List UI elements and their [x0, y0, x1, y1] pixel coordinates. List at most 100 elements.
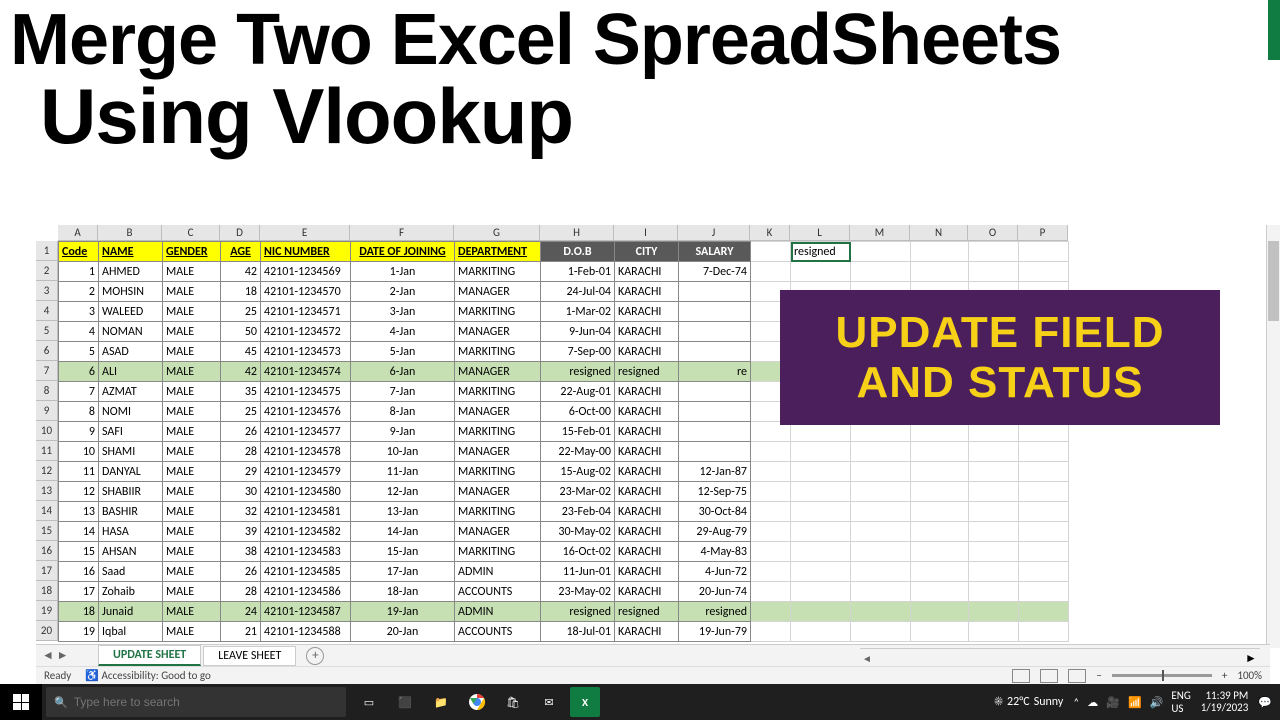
cell-H3[interactable]: 24-Jul-04	[541, 282, 615, 302]
cell-M1[interactable]	[851, 242, 911, 262]
cell-L20[interactable]	[791, 622, 851, 642]
tab-nav-arrows[interactable]: ◄ ►	[36, 648, 96, 663]
cell-B9[interactable]: NOMI	[99, 402, 163, 422]
cell-F18[interactable]: 18-Jan	[351, 582, 455, 602]
cell-H17[interactable]: 11-Jun-01	[541, 562, 615, 582]
table-row[interactable]: 15AHSANMALE3842101-123458315-JanMARKITIN…	[59, 542, 1069, 562]
table-row[interactable]: 18JunaidMALE2442101-123458719-JanADMINre…	[59, 602, 1069, 622]
cell-E9[interactable]: 42101-1234576	[261, 402, 351, 422]
table-row[interactable]: 16SaadMALE2642101-123458517-JanADMIN11-J…	[59, 562, 1069, 582]
cell-F13[interactable]: 12-Jan	[351, 482, 455, 502]
cell-A4[interactable]: 3	[59, 302, 99, 322]
table-row[interactable]: 11DANYALMALE2942101-123457911-JanMARKITI…	[59, 462, 1069, 482]
row-header-10[interactable]: 10	[36, 421, 58, 441]
cell-O16[interactable]	[969, 542, 1019, 562]
cell-O13[interactable]	[969, 482, 1019, 502]
cell-P15[interactable]	[1019, 522, 1069, 542]
cell-A19[interactable]: 18	[59, 602, 99, 622]
row-header-3[interactable]: 3	[36, 281, 58, 301]
cell-N15[interactable]	[911, 522, 969, 542]
cell-G13[interactable]: MANAGER	[455, 482, 541, 502]
cell-I3[interactable]: KARACHI	[615, 282, 679, 302]
cell-H6[interactable]: 7-Sep-00	[541, 342, 615, 362]
cell-B10[interactable]: SAFI	[99, 422, 163, 442]
cell-I19[interactable]: resigned	[615, 602, 679, 622]
zoom-out-button[interactable]: −	[1096, 669, 1101, 682]
cell-N13[interactable]	[911, 482, 969, 502]
cell-B19[interactable]: Junaid	[99, 602, 163, 622]
column-header-B[interactable]: B	[98, 225, 162, 241]
cell-B4[interactable]: WALEED	[99, 302, 163, 322]
cell-P12[interactable]	[1019, 462, 1069, 482]
cell-I17[interactable]: KARACHI	[615, 562, 679, 582]
cell-C4[interactable]: MALE	[163, 302, 221, 322]
cell-K13[interactable]	[751, 482, 791, 502]
cell-A10[interactable]: 9	[59, 422, 99, 442]
cell-A16[interactable]: 15	[59, 542, 99, 562]
column-header-M[interactable]: M	[850, 225, 910, 241]
cell-P16[interactable]	[1019, 542, 1069, 562]
cell-E7[interactable]: 42101-1234574	[261, 362, 351, 382]
cell-H7[interactable]: resigned	[541, 362, 615, 382]
cell-J16[interactable]: 4-May-83	[679, 542, 751, 562]
cell-A5[interactable]: 4	[59, 322, 99, 342]
cell-H12[interactable]: 15-Aug-02	[541, 462, 615, 482]
cell-K15[interactable]	[751, 522, 791, 542]
cell-C10[interactable]: MALE	[163, 422, 221, 442]
header-dob[interactable]: D.O.B	[541, 242, 615, 262]
cell-A13[interactable]: 12	[59, 482, 99, 502]
column-header-G[interactable]: G	[454, 225, 540, 241]
column-header-J[interactable]: J	[678, 225, 750, 241]
cell-G9[interactable]: MANAGER	[455, 402, 541, 422]
cell-A15[interactable]: 14	[59, 522, 99, 542]
cell-J11[interactable]	[679, 442, 751, 462]
cell-I12[interactable]: KARACHI	[615, 462, 679, 482]
volume-icon[interactable]: 🔊	[1150, 696, 1164, 709]
row-header-20[interactable]: 20	[36, 621, 58, 641]
cell-L19[interactable]	[791, 602, 851, 622]
cell-G16[interactable]: MARKITING	[455, 542, 541, 562]
cell-A17[interactable]: 16	[59, 562, 99, 582]
cell-I9[interactable]: KARACHI	[615, 402, 679, 422]
cell-D3[interactable]: 18	[221, 282, 261, 302]
cell-C9[interactable]: MALE	[163, 402, 221, 422]
horizontal-scroll-right[interactable]: ►	[1242, 650, 1260, 666]
cell-G18[interactable]: ACCOUNTS	[455, 582, 541, 602]
excel-taskbar-button[interactable]: X	[570, 687, 600, 717]
cell-D18[interactable]: 28	[221, 582, 261, 602]
cell-L15[interactable]	[791, 522, 851, 542]
cell-F14[interactable]: 13-Jan	[351, 502, 455, 522]
cell-J2[interactable]: 7-Dec-74	[679, 262, 751, 282]
cell-M12[interactable]	[851, 462, 911, 482]
cell-G10[interactable]: MARKITING	[455, 422, 541, 442]
cell-N14[interactable]	[911, 502, 969, 522]
cell-I14[interactable]: KARACHI	[615, 502, 679, 522]
cell-A11[interactable]: 10	[59, 442, 99, 462]
cell-D14[interactable]: 32	[221, 502, 261, 522]
cell-H4[interactable]: 1-Mar-02	[541, 302, 615, 322]
cell-A8[interactable]: 7	[59, 382, 99, 402]
cell-A6[interactable]: 5	[59, 342, 99, 362]
cell-C16[interactable]: MALE	[163, 542, 221, 562]
row-header-11[interactable]: 11	[36, 441, 58, 461]
cell-K19[interactable]	[751, 602, 791, 622]
language-indicator[interactable]: ENGUS	[1171, 689, 1190, 715]
cell-J8[interactable]	[679, 382, 751, 402]
row-header-5[interactable]: 5	[36, 321, 58, 341]
table-row[interactable]: 1AHMEDMALE4242101-12345691-JanMARKITING1…	[59, 262, 1069, 282]
cell-F15[interactable]: 14-Jan	[351, 522, 455, 542]
cell-J15[interactable]: 29-Aug-79	[679, 522, 751, 542]
cell-L16[interactable]	[791, 542, 851, 562]
cell-J19[interactable]: resigned	[679, 602, 751, 622]
cell-H13[interactable]: 23-Mar-02	[541, 482, 615, 502]
cell-L18[interactable]	[791, 582, 851, 602]
cell-J5[interactable]	[679, 322, 751, 342]
task-view-button[interactable]: ▭	[354, 687, 384, 717]
cell-E4[interactable]: 42101-1234571	[261, 302, 351, 322]
cell-C19[interactable]: MALE	[163, 602, 221, 622]
cell-O20[interactable]	[969, 622, 1019, 642]
table-row[interactable]: 14HASAMALE3942101-123458214-JanMANAGER30…	[59, 522, 1069, 542]
cell-O19[interactable]	[969, 602, 1019, 622]
cell-C3[interactable]: MALE	[163, 282, 221, 302]
cell-K11[interactable]	[751, 442, 791, 462]
